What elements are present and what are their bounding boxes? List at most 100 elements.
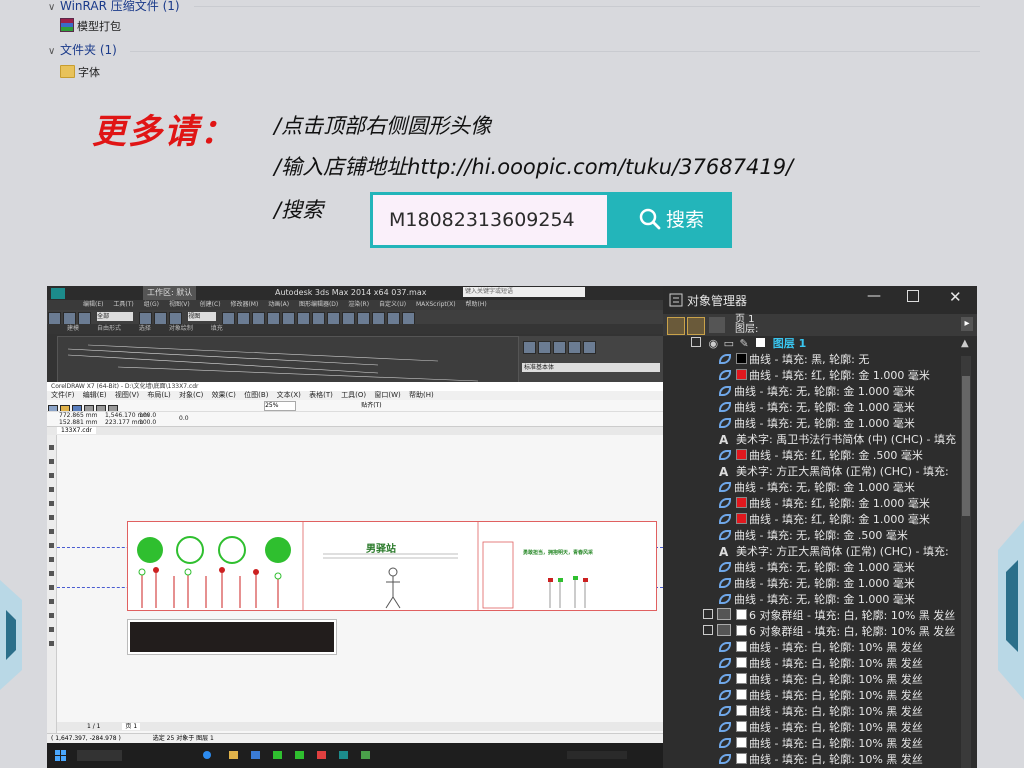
object-row[interactable]: 曲线 - 填充: 白, 轮廓: 10% 黑 发丝: [719, 688, 969, 704]
object-row[interactable]: 曲线 - 填充: 白, 轮廓: 10% 黑 发丝: [719, 704, 969, 720]
create-icon[interactable]: [523, 341, 536, 354]
maximize-icon[interactable]: [907, 290, 919, 302]
object-row[interactable]: 曲线 - 填充: 无, 轮廓: 金 1.000 毫米: [719, 384, 969, 400]
group-header-folder[interactable]: ∨ 文件夹 (1): [48, 42, 117, 58]
lower-panel-frame[interactable]: [127, 619, 337, 655]
lock-icon[interactable]: ✎: [740, 337, 749, 350]
minimize-icon[interactable]: —: [867, 288, 881, 304]
layer-view-icon[interactable]: [709, 317, 725, 333]
scrollbar-thumb[interactable]: [962, 376, 970, 516]
object-row[interactable]: 曲线 - 填充: 无, 轮廓: 金 .500 毫米: [719, 528, 969, 544]
ref-coord-select[interactable]: 视图: [188, 312, 217, 321]
object-row[interactable]: 曲线 - 填充: 无, 轮廓: 金 1.000 毫米: [719, 592, 969, 608]
menu-item[interactable]: MAXScript(X): [416, 301, 456, 308]
curve-editor-icon[interactable]: [327, 312, 341, 324]
print-toggle-icon[interactable]: ▭: [724, 337, 734, 350]
percent-snap-icon[interactable]: [267, 312, 281, 324]
object-row[interactable]: 曲线 - 填充: 白, 轮廓: 10% 黑 发丝: [719, 672, 969, 688]
object-type-select[interactable]: 标准基本体: [522, 363, 660, 372]
y-field[interactable]: 152.881 mm: [59, 419, 97, 426]
menu-item[interactable]: 表格(T): [309, 391, 333, 399]
object-row[interactable]: 曲线 - 填充: 红, 轮廓: 金 .500 毫米: [719, 448, 969, 464]
unlink-icon[interactable]: [78, 312, 91, 324]
object-row[interactable]: 曲线 - 填充: 无, 轮廓: 金 1.000 毫米: [719, 400, 969, 416]
object-row[interactable]: 曲线 - 填充: 白, 轮廓: 10% 黑 发丝: [719, 752, 969, 768]
scrollbar[interactable]: [961, 356, 971, 768]
object-row[interactable]: A 美术字: 禹卫书法行书简体 (中) (CHC) - 填充: [719, 432, 969, 448]
filter-select[interactable]: 全部: [97, 312, 134, 321]
tab-modeling[interactable]: 建模: [67, 325, 79, 332]
expand-icon[interactable]: [703, 609, 713, 619]
new-icon[interactable]: [48, 405, 58, 411]
x-field[interactable]: 772.865 mm: [59, 412, 97, 419]
menu-item[interactable]: 工具(T): [113, 301, 133, 308]
layer-row[interactable]: ◉ ▭ ✎ 图层 1: [691, 336, 806, 352]
object-row[interactable]: 曲线 - 填充: 白, 轮廓: 10% 黑 发丝: [719, 720, 969, 736]
menu-item[interactable]: 视图(V): [115, 391, 139, 399]
collapse-icon[interactable]: [691, 337, 701, 347]
chevron-down-icon[interactable]: ∨: [48, 0, 60, 16]
scale-icon[interactable]: [169, 312, 183, 324]
schematic-icon[interactable]: [342, 312, 356, 324]
snap-menu[interactable]: 贴齐(T): [361, 401, 381, 410]
object-row[interactable]: 曲线 - 填充: 红, 轮廓: 金 1.000 毫米: [719, 368, 969, 384]
scroll-up-icon[interactable]: ▲: [961, 338, 969, 349]
modify-icon[interactable]: [538, 341, 551, 354]
render-frame-icon[interactable]: [387, 312, 401, 324]
menu-item[interactable]: 对象(C): [179, 391, 203, 399]
tab-populate[interactable]: 填充: [211, 325, 223, 332]
menu-item[interactable]: 布局(L): [147, 391, 170, 399]
motion-icon[interactable]: [568, 341, 581, 354]
eye-icon[interactable]: ◉: [709, 337, 719, 350]
file-item-moxing[interactable]: 模型打包: [60, 18, 121, 36]
chevron-down-icon[interactable]: ∨: [48, 44, 60, 60]
menu-item[interactable]: 帮助(H): [466, 301, 487, 308]
menu-item[interactable]: 编辑(E): [83, 391, 107, 399]
folder-item-ziti[interactable]: 字体: [60, 64, 100, 82]
display-icon[interactable]: [583, 341, 596, 354]
open-icon[interactable]: [60, 405, 70, 411]
material-editor-icon[interactable]: [357, 312, 371, 324]
max-search-input[interactable]: 键入关键字或短语: [463, 287, 585, 297]
menu-item[interactable]: 工具(O): [341, 391, 366, 399]
tab-object-paint[interactable]: 对象绘制: [169, 325, 193, 332]
height-field[interactable]: 223.177 mm: [105, 419, 143, 426]
search-input[interactable]: M18082313609254: [370, 192, 610, 248]
pivot-icon[interactable]: [222, 312, 236, 324]
redo-icon[interactable]: [108, 405, 118, 411]
zoom-select[interactable]: 25%: [264, 401, 297, 411]
object-row[interactable]: 曲线 - 填充: 黑, 轮廓: 无: [719, 352, 969, 368]
menu-item[interactable]: 编辑(E): [83, 301, 103, 308]
menu-item[interactable]: 视图(V): [169, 301, 190, 308]
menu-item[interactable]: 渲染(R): [348, 301, 369, 308]
tab-selection[interactable]: 选择: [139, 325, 151, 332]
object-row[interactable]: A 美术字: 方正大黑简体 (正常) (CHC) - 填充:: [719, 464, 969, 480]
drawing-canvas[interactable]: 男驿站 勇敢担当，拥抱明天，青春风采: [57, 435, 663, 735]
select-tool-icon[interactable]: [48, 312, 61, 324]
mirror-icon[interactable]: [282, 312, 296, 324]
menu-item[interactable]: 修改器(M): [230, 301, 258, 308]
angle-field[interactable]: 0.0: [179, 415, 189, 422]
close-icon[interactable]: ✕: [949, 288, 962, 306]
menu-item[interactable]: 位图(B): [244, 391, 268, 399]
print-icon[interactable]: [84, 405, 94, 411]
menu-item[interactable]: 组(G): [144, 301, 159, 308]
max-viewport[interactable]: [57, 336, 519, 384]
menu-item[interactable]: 创建(C): [200, 301, 221, 308]
align-icon[interactable]: [297, 312, 311, 324]
doc-tab[interactable]: 133X7.cdr: [57, 427, 96, 434]
expand-icon[interactable]: [703, 625, 713, 635]
menu-item[interactable]: 窗口(W): [374, 391, 400, 399]
layer-manager-icon[interactable]: [687, 317, 705, 335]
menu-item[interactable]: 图形编辑器(D): [299, 301, 338, 308]
object-row[interactable]: 曲线 - 填充: 无, 轮廓: 金 1.000 毫米: [719, 416, 969, 432]
object-row[interactable]: 曲线 - 填充: 白, 轮廓: 10% 黑 发丝: [719, 640, 969, 656]
menu-item[interactable]: 自定义(U): [379, 301, 406, 308]
save-icon[interactable]: [72, 405, 82, 411]
scale-h-field[interactable]: 100.0: [139, 419, 156, 426]
render-icon[interactable]: [402, 312, 416, 324]
render-setup-icon[interactable]: [372, 312, 386, 324]
object-row[interactable]: 曲线 - 填充: 白, 轮廓: 10% 黑 发丝: [719, 736, 969, 752]
search-button[interactable]: 搜索: [610, 192, 732, 248]
object-row[interactable]: 曲线 - 填充: 红, 轮廓: 金 1.000 毫米: [719, 496, 969, 512]
